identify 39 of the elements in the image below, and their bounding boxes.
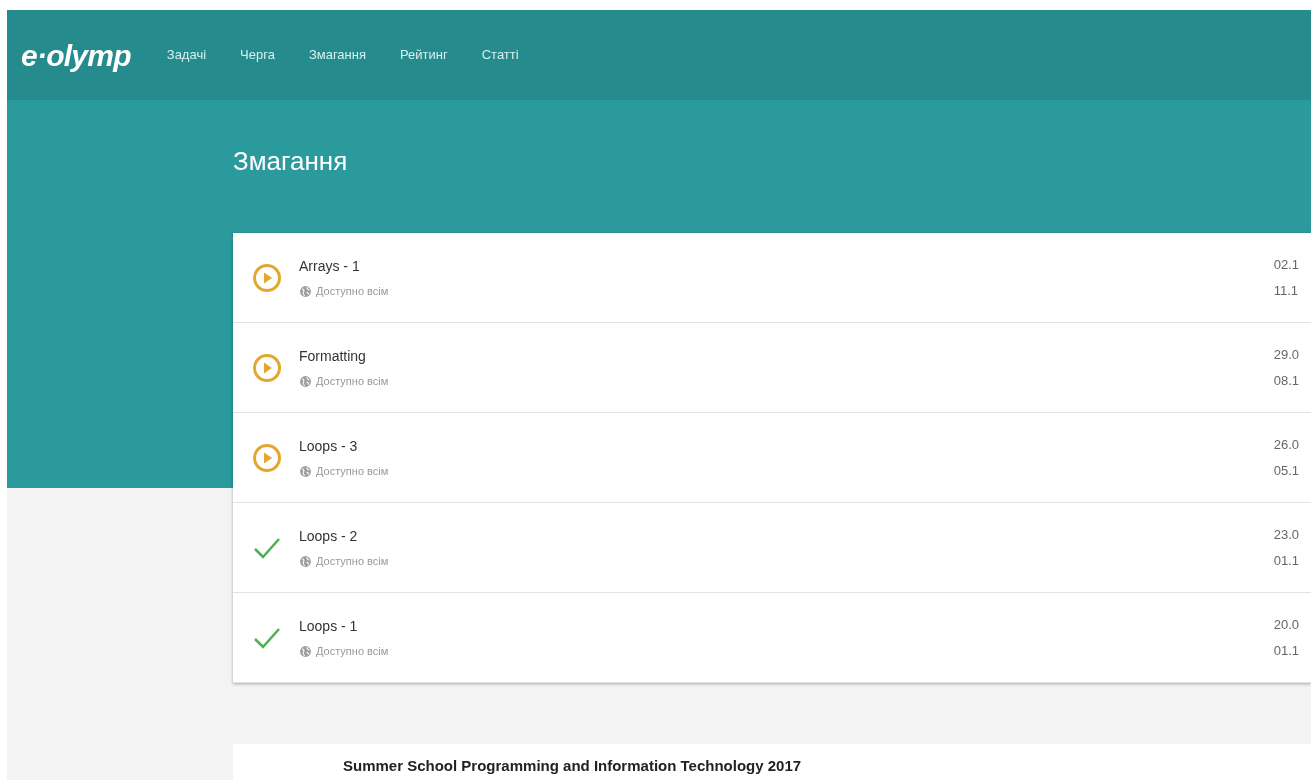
end-date: 11.1	[1273, 281, 1299, 300]
contest-row[interactable]: Loops - 2 Доступно всім 23.0 01.1	[233, 503, 1311, 593]
contest-name[interactable]: Arrays - 1	[299, 255, 1274, 277]
play-circle-icon	[252, 262, 282, 293]
globe-icon	[299, 374, 312, 388]
contest-name[interactable]: Formatting	[299, 345, 1274, 367]
nav-link[interactable]: Рейтинг	[394, 45, 454, 65]
start-date: 23.0	[1273, 526, 1299, 544]
play-circle-icon	[252, 352, 282, 383]
nav-link[interactable]: Статті	[475, 45, 525, 65]
play-circle-icon	[252, 442, 282, 473]
end-date: 01.1	[1273, 641, 1299, 660]
contest-row[interactable]: Loops - 3 Доступно всім 26.0 05.1	[233, 413, 1311, 503]
start-date: 29.0	[1273, 346, 1299, 364]
access-label: Доступно всім	[316, 553, 389, 569]
end-date: 01.1	[1273, 551, 1299, 570]
end-date: 05.1	[1273, 461, 1299, 480]
globe-icon	[299, 554, 312, 568]
access-label: Доступно всім	[316, 643, 389, 659]
access-label: Доступно всім	[316, 373, 389, 389]
nav-link[interactable]: Задачі	[160, 45, 213, 65]
contest-name[interactable]: Loops - 1	[299, 615, 1274, 637]
page-title: Змагання	[233, 145, 349, 178]
contest-row[interactable]: Loops - 1 Доступно всім 20.0 01.1	[233, 593, 1311, 683]
globe-icon	[299, 464, 312, 478]
contest-name[interactable]: Loops - 2	[299, 525, 1274, 547]
logo[interactable]: e·olymp	[21, 32, 131, 78]
contest-name[interactable]: Loops - 3	[299, 435, 1274, 457]
globe-icon	[299, 644, 312, 658]
start-date: 20.0	[1273, 616, 1299, 634]
contest-row[interactable]: Formatting Доступно всім 29.0 08.1	[233, 323, 1311, 413]
start-date: 02.1	[1273, 256, 1299, 274]
globe-icon	[299, 284, 312, 298]
access-label: Доступно всім	[316, 463, 389, 479]
group-title: Summer School Programming and Information Technology 2017	[343, 757, 802, 774]
start-date: 26.0	[1273, 436, 1299, 454]
contest-row[interactable]: Arrays - 1 Доступно всім 02.1 11.1	[233, 233, 1311, 323]
access-label: Доступно всім	[316, 283, 389, 299]
end-date: 08.1	[1273, 371, 1299, 390]
